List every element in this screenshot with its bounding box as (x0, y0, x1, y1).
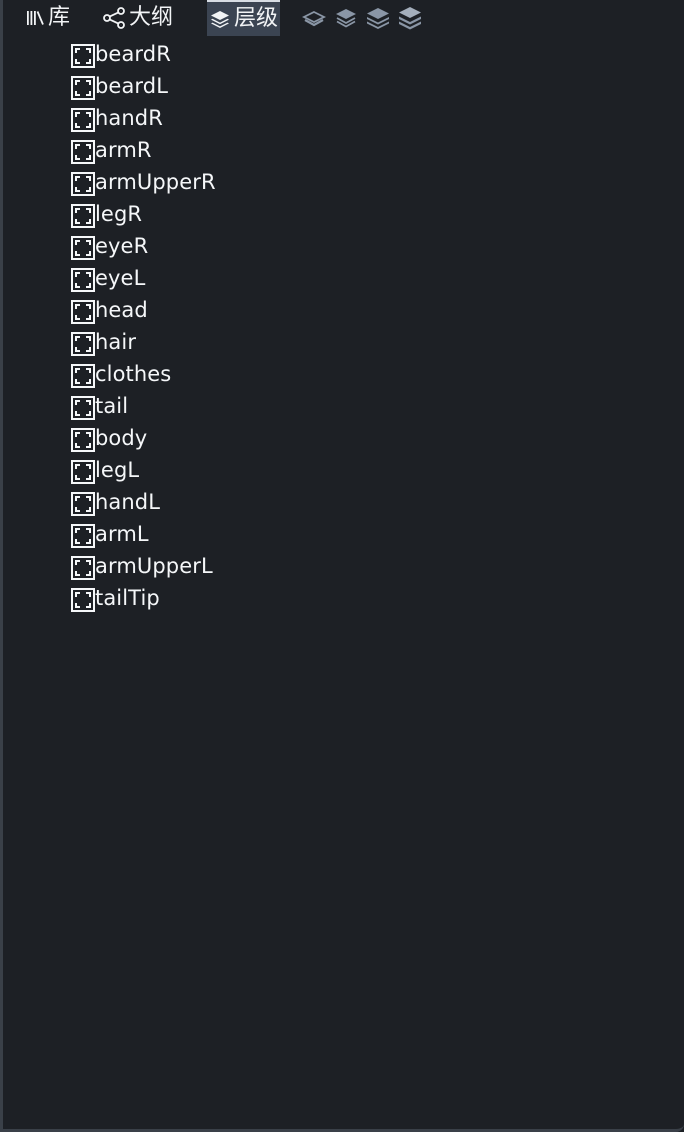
layer-item-label: clothes (95, 362, 172, 386)
layer-item[interactable]: head (71, 294, 216, 326)
layer-item-label: head (95, 298, 148, 322)
layer-bring-to-front-button[interactable] (395, 6, 425, 34)
layer-item-label: armUpperL (95, 554, 213, 578)
layer-item-label: handR (95, 106, 163, 130)
layer-send-to-back-button[interactable] (363, 6, 393, 34)
tab-library-label: 库 (48, 5, 71, 30)
layers-panel: 库 大纲 层级 beardR beardL handR armR armUppe… (0, 0, 684, 1132)
layer-bounds-icon (71, 588, 95, 612)
layer-item-label: eyeR (95, 234, 149, 258)
layer-bounds-icon (71, 364, 95, 388)
layer-move-down-button[interactable] (299, 6, 329, 34)
layer-item[interactable]: handL (71, 486, 216, 518)
panel-tab-bar: 库 大纲 层级 (3, 0, 684, 38)
tab-library[interactable]: 库 (25, 2, 70, 34)
layer-item-label: hair (95, 330, 137, 354)
layer-item[interactable]: hair (71, 326, 216, 358)
layer-bounds-icon (71, 556, 95, 580)
layer-item[interactable]: armL (71, 518, 216, 550)
layer-order-toolbar (299, 6, 427, 34)
tab-layers[interactable]: 层级 (207, 0, 281, 36)
layer-item-label: beardL (95, 74, 169, 98)
layer-bounds-icon (71, 428, 95, 452)
layer-send-to-back-icon (365, 5, 391, 35)
layer-item[interactable]: eyeR (71, 230, 216, 262)
layer-bounds-icon (71, 172, 95, 196)
layer-item[interactable]: handR (71, 102, 216, 134)
layer-move-up-button[interactable] (331, 6, 361, 34)
share-nodes-icon (102, 7, 126, 29)
layer-list: beardR beardL handR armR armUpperR legR eyeR ey… (71, 38, 216, 614)
layer-bring-to-front-icon (397, 5, 423, 35)
layer-bounds-icon (71, 204, 95, 228)
layer-item[interactable]: tail (71, 390, 216, 422)
layer-item[interactable]: armUpperR (71, 166, 216, 198)
layer-item[interactable]: clothes (71, 358, 216, 390)
tab-layers-label: 层级 (234, 6, 279, 31)
layer-item-label: beardR (95, 42, 171, 66)
layer-bounds-icon (71, 492, 95, 516)
layer-item-label: handL (95, 490, 161, 514)
layer-item-label: tail (95, 394, 129, 418)
layers-icon (209, 8, 231, 30)
layer-item-label: tailTip (95, 586, 160, 610)
layer-bounds-icon (71, 140, 95, 164)
layer-move-down-icon (301, 6, 327, 34)
layer-bounds-icon (71, 44, 95, 68)
layer-bounds-icon (71, 76, 95, 100)
layer-item[interactable]: eyeL (71, 262, 216, 294)
layer-bounds-icon (71, 460, 95, 484)
layer-item-label: body (95, 426, 148, 450)
layer-item-label: legR (95, 202, 143, 226)
layer-item[interactable]: tailTip (71, 582, 216, 614)
layer-item-label: armR (95, 138, 152, 162)
layer-item-label: armL (95, 522, 149, 546)
library-icon (25, 8, 45, 28)
layer-bounds-icon (71, 108, 95, 132)
tab-outline-label: 大纲 (129, 5, 174, 30)
layer-item-label: eyeL (95, 266, 146, 290)
layer-item[interactable]: armUpperL (71, 550, 216, 582)
layer-item[interactable]: armR (71, 134, 216, 166)
layer-bounds-icon (71, 332, 95, 356)
layer-item[interactable]: legR (71, 198, 216, 230)
layer-item-label: armUpperR (95, 170, 216, 194)
layer-item[interactable]: legL (71, 454, 216, 486)
layer-bounds-icon (71, 268, 95, 292)
layer-bounds-icon (71, 524, 95, 548)
layer-item[interactable]: beardL (71, 70, 216, 102)
layer-item[interactable]: body (71, 422, 216, 454)
layer-item-label: legL (95, 458, 140, 482)
layer-bounds-icon (71, 236, 95, 260)
layer-move-up-icon (333, 6, 359, 34)
tab-outline[interactable]: 大纲 (102, 2, 173, 34)
layer-item[interactable]: beardR (71, 38, 216, 70)
layer-bounds-icon (71, 300, 95, 324)
layer-bounds-icon (71, 396, 95, 420)
